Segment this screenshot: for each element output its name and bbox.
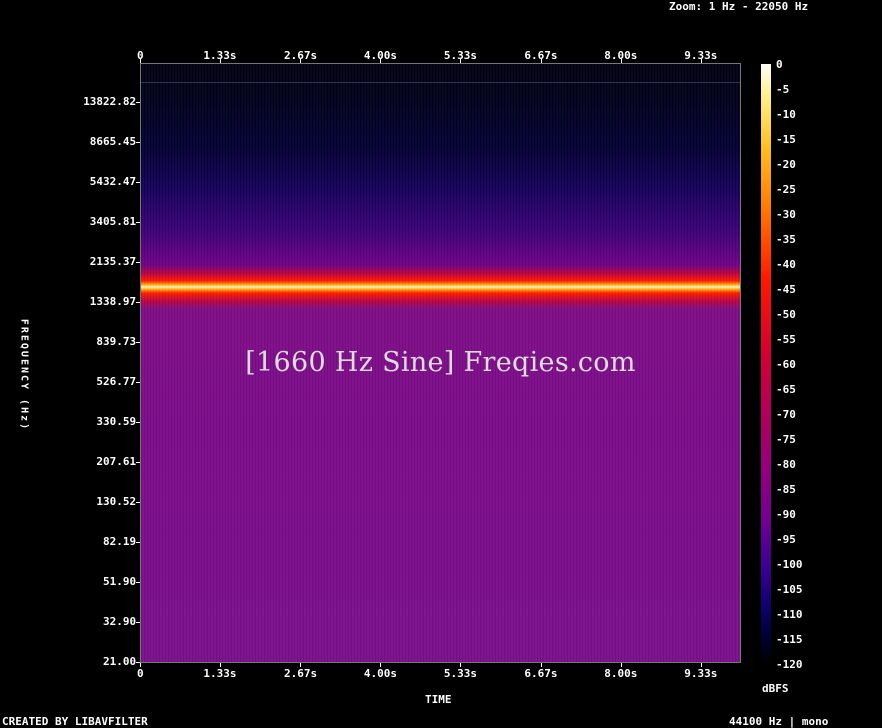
x-tick-mark-bottom (620, 663, 622, 667)
y-tick-mark (136, 182, 140, 183)
y-tick-label: 82.19 (103, 535, 137, 548)
colorbar-tick-label: -50 (776, 308, 796, 321)
x-tick-mark-bottom (460, 663, 462, 667)
x-tick-label-bottom: 1.33s (203, 667, 237, 680)
colorbar (761, 64, 771, 664)
x-tick-label-bottom: 4.00s (363, 667, 398, 680)
x-tick-mark-bottom (540, 663, 542, 667)
x-tick-label-bottom: 9.33s (684, 667, 718, 680)
x-tick-mark-bottom (140, 663, 141, 667)
x-tick-mark-bottom (380, 663, 382, 667)
y-tick-mark (136, 142, 140, 143)
y-tick-mark (136, 222, 140, 223)
colorbar-tick-label: -70 (776, 408, 796, 421)
footer-samplerate: 44100 Hz | mono (729, 715, 829, 728)
x-tick-label-bottom: 5.33s (443, 667, 477, 680)
colorbar-tick-label: -105 (776, 583, 803, 596)
colorbar-tick-label: -30 (776, 208, 796, 221)
y-tick-mark (136, 102, 140, 103)
y-tick-label: 2135.37 (89, 255, 137, 268)
x-tick-mark-bottom (700, 663, 702, 667)
y-tick-label: 207.61 (96, 455, 137, 468)
y-tick-label: 32.90 (103, 615, 137, 628)
x-tick-mark-bottom (219, 663, 221, 667)
y-tick-label: 839.73 (96, 335, 137, 348)
colorbar-tick-label: -15 (776, 133, 796, 146)
x-tick-mark-top (300, 59, 302, 63)
colorbar-tick-label: -45 (776, 283, 796, 296)
footer-credit: CREATED BY LIBAVFILTER (2, 715, 148, 728)
y-tick-label: 8665.45 (89, 135, 137, 148)
y-tick-mark (136, 582, 140, 583)
y-tick-mark (136, 302, 140, 303)
colorbar-tick-label: -20 (776, 158, 796, 171)
x-tick-mark-top (140, 59, 141, 63)
x-tick-mark-top (540, 59, 542, 63)
y-tick-mark (136, 422, 140, 423)
y-axis-label: FREQUENCY (Hz) (18, 318, 30, 432)
colorbar-tick-label: -5 (776, 83, 790, 96)
colorbar-tick-label: -120 (776, 658, 803, 671)
colorbar-tick-label: -115 (776, 633, 803, 646)
y-tick-mark (136, 662, 140, 663)
x-axis-label: TIME (425, 693, 452, 706)
x-tick-mark-top (460, 59, 462, 63)
colorbar-tick-label: -90 (776, 508, 796, 521)
y-tick-label: 526.77 (96, 375, 137, 388)
y-tick-mark (136, 542, 140, 543)
y-tick-mark (136, 502, 140, 503)
colorbar-tick-label: -35 (776, 233, 796, 246)
y-tick-label: 3405.81 (89, 215, 137, 228)
x-tick-label-bottom: 0 (137, 667, 144, 680)
colorbar-tick-label: -100 (776, 558, 803, 571)
y-tick-mark (136, 382, 140, 383)
y-tick-mark (136, 462, 140, 463)
colorbar-tick-label: -60 (776, 358, 796, 371)
colorbar-tick-label: -55 (776, 333, 796, 346)
colorbar-tick-label: -110 (776, 608, 803, 621)
x-tick-label-bottom: 8.00s (604, 667, 638, 680)
x-tick-label-bottom: 2.67s (283, 667, 318, 680)
x-tick-mark-top (380, 59, 382, 63)
y-tick-label: 130.52 (96, 495, 137, 508)
y-tick-label: 21.00 (103, 655, 137, 668)
x-tick-label-bottom: 6.67s (524, 667, 558, 680)
watermark-text: [1660 Hz Sine] Freqies.com (245, 347, 636, 378)
colorbar-label: dBFS (762, 682, 789, 695)
y-tick-mark (136, 262, 140, 263)
x-tick-mark-top (700, 59, 702, 63)
colorbar-tick-label: -85 (776, 483, 796, 496)
spectrogram-plot: [1660 Hz Sine] Freqies.com (140, 63, 741, 663)
colorbar-tick-label: -75 (776, 433, 796, 446)
colorbar-tick-label: -80 (776, 458, 796, 471)
x-tick-mark-bottom (300, 663, 302, 667)
y-tick-mark (136, 622, 140, 623)
spectrogram-top-line (141, 82, 740, 83)
x-tick-mark-top (620, 59, 622, 63)
y-tick-mark (136, 342, 140, 343)
y-tick-label: 51.90 (103, 575, 137, 588)
colorbar-tick-label: -40 (776, 258, 796, 271)
colorbar-tick-label: -65 (776, 383, 796, 396)
y-tick-label: 330.59 (96, 415, 137, 428)
colorbar-tick-label: 0 (776, 58, 783, 71)
colorbar-tick-label: -25 (776, 183, 796, 196)
y-tick-label: 13822.82 (83, 95, 137, 108)
colorbar-tick-label: -95 (776, 533, 796, 546)
y-tick-label: 5432.47 (89, 175, 137, 188)
x-tick-mark-top (219, 59, 221, 63)
y-tick-label: 1338.97 (89, 295, 137, 308)
zoom-label: Zoom: 1 Hz - 22050 Hz (669, 0, 809, 13)
colorbar-tick-label: -10 (776, 108, 796, 121)
